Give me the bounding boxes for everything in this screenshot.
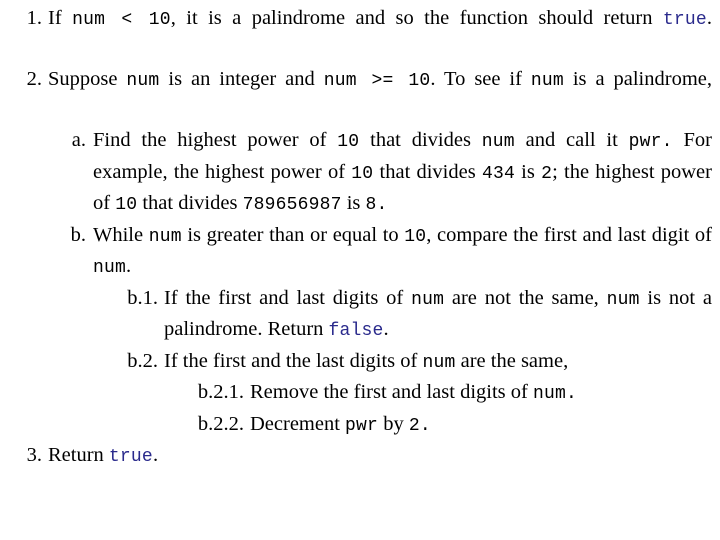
code-span: 8.	[365, 195, 388, 215]
outline-item-step-2a: a. Find the highest power of 10 that div…	[8, 126, 712, 221]
code-span: 2	[541, 163, 553, 184]
outline-item-step-2b21: b.2.1. Remove the first and last digits …	[8, 378, 712, 410]
outline-item-step-2b2: b.2. If the first and the last digits of…	[8, 347, 712, 379]
code-span: num < 10	[72, 10, 171, 30]
list-marker: b.1.	[127, 286, 158, 309]
list-marker: b.2.	[127, 349, 158, 372]
outline-item-text: If the first and the last digits of num …	[164, 349, 569, 373]
code-span: num	[606, 289, 640, 310]
outline-item-text: While num is greater than or equal to 10…	[93, 223, 712, 279]
code-span: pwr	[345, 415, 379, 436]
list-marker: 3.	[26, 444, 42, 466]
code-span: 2.	[408, 415, 431, 436]
list-marker: b.2.1.	[197, 381, 244, 403]
outline-item-step-2b22: b.2.2. Decrement pwr by 2.	[8, 410, 712, 442]
list-marker: 1.	[26, 7, 42, 29]
list-marker: b.2.2.	[197, 412, 244, 435]
code-span: num.	[532, 384, 577, 404]
code-span: num	[148, 226, 182, 247]
code-span: 10	[337, 132, 360, 152]
code-literal: false	[328, 321, 384, 341]
code-span: pwr.	[628, 132, 673, 152]
outline-item-step-3: 3. Return true.	[8, 441, 712, 473]
code-span: 789656987	[242, 195, 342, 215]
code-span: num	[93, 258, 127, 278]
outline-item-step-2b: b. While num is greater than or equal to…	[8, 221, 712, 284]
outline-item-text: If the first and last digits of num are …	[164, 286, 713, 342]
code-span: num	[422, 352, 456, 373]
algorithm-outline: 1. If num < 10, it is a palindrome and s…	[0, 0, 720, 473]
code-span: num	[530, 71, 564, 91]
code-span: 10	[404, 226, 427, 247]
list-marker: a.	[71, 129, 86, 151]
list-marker: b.	[70, 223, 86, 246]
code-span: 10	[351, 163, 374, 184]
code-span: num >= 10	[323, 71, 431, 91]
list-marker: 2.	[26, 68, 42, 90]
code-span: num	[481, 132, 515, 152]
code-span: 434	[481, 163, 515, 184]
slide-page: 1. If num < 10, it is a palindrome and s…	[0, 0, 720, 540]
outline-item-text: Suppose num is an integer and num >= 10.…	[48, 68, 712, 91]
outline-item-text: Return true.	[48, 444, 159, 467]
code-span: 10	[115, 195, 138, 215]
outline-item-step-2b1: b.1. If the first and last digits of num…	[8, 284, 712, 347]
code-span: num	[126, 71, 160, 91]
outline-item-text: Find the highest power of 10 that divide…	[93, 129, 712, 215]
outline-item-step-2: 2. Suppose num is an integer and num >= …	[8, 65, 712, 126]
outline-item-text: If num < 10, it is a palindrome and so t…	[48, 7, 713, 30]
outline-item-text: Decrement pwr by 2.	[250, 412, 431, 436]
code-literal: true	[108, 447, 153, 467]
code-span: num	[411, 289, 445, 310]
outline-item-text: Remove the first and last digits of num.	[250, 381, 577, 404]
code-literal: true	[662, 10, 707, 30]
outline-item-step-1: 1. If num < 10, it is a palindrome and s…	[8, 4, 712, 65]
